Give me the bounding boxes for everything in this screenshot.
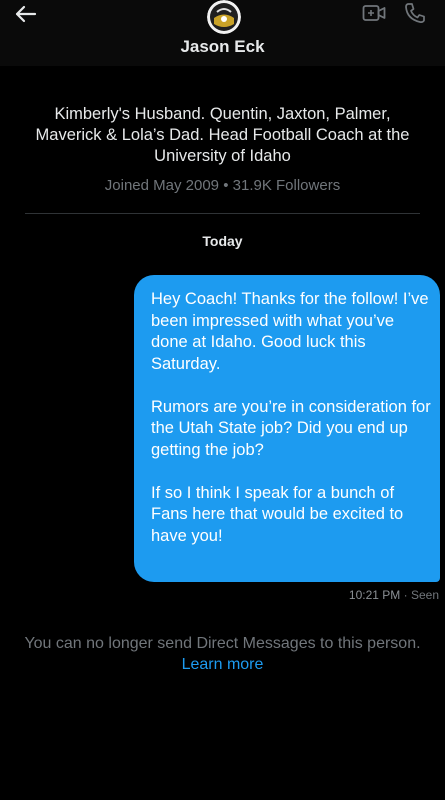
seen-status: Seen — [410, 588, 439, 602]
message-time: 10:21 PM — [348, 588, 401, 602]
arrow-left-icon — [15, 5, 37, 23]
message-bubble[interactable]: Hey Coach! Thanks for the follow! I’ve b… — [134, 275, 440, 582]
profile-bio: Kimberly's Husband. Quentin, Jaxton, Pal… — [35, 105, 410, 165]
profile-meta: Joined May 2009 • 31.9K Followers — [0, 177, 445, 194]
back-button[interactable] — [12, 2, 40, 26]
message-paragraph: Rumors are you’re in consideration for t… — [151, 397, 431, 459]
avatar[interactable] — [207, 0, 241, 34]
notice-text: You can no longer send Direct Messages t… — [24, 635, 421, 652]
message-status: 10:21 PM · Seen — [349, 588, 439, 602]
video-call-button[interactable] — [362, 3, 386, 23]
meta-separator: • — [223, 177, 229, 194]
page-title: Jason Eck — [180, 37, 265, 56]
date-separator: Today — [202, 233, 243, 249]
phone-icon — [405, 3, 425, 23]
message-paragraph: Hey Coach! Thanks for the follow! I’ve b… — [151, 290, 429, 373]
avatar-image — [207, 0, 241, 34]
joined-date: Joined May 2009 — [104, 177, 220, 194]
learn-more-link[interactable]: Learn more — [0, 654, 445, 675]
message-paragraph: If so I think I speak for a bunch of Fan… — [151, 483, 404, 545]
dm-restriction-notice: You can no longer send Direct Messages t… — [0, 633, 445, 675]
followers-count[interactable]: 31.9K Followers — [233, 177, 341, 194]
phone-call-button[interactable] — [403, 2, 427, 24]
divider — [25, 213, 420, 214]
conversation-header: Jason Eck — [0, 0, 445, 66]
status-separator: · — [403, 588, 411, 602]
video-call-icon — [362, 5, 386, 21]
